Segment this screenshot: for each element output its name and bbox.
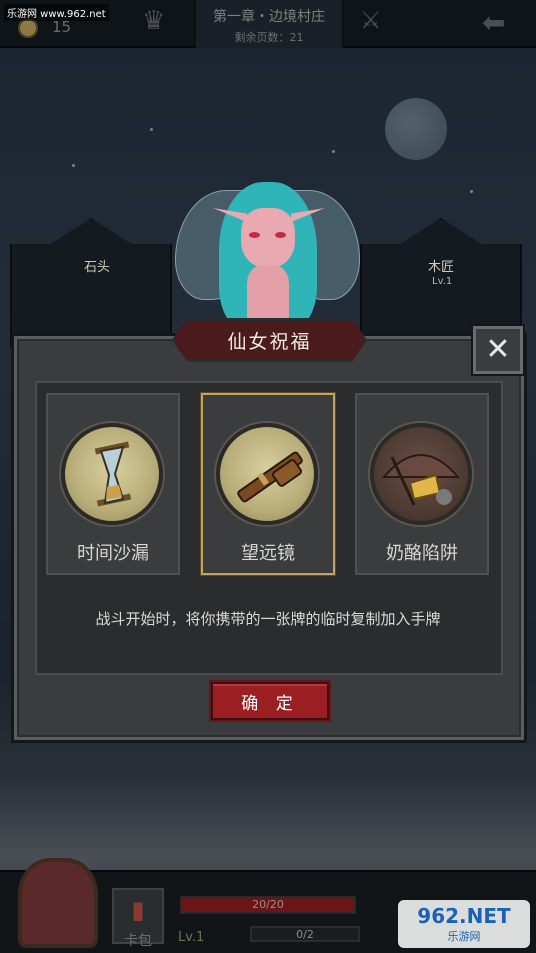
stone-building-label: 石头 (84, 260, 111, 275)
fairy-body (247, 266, 289, 326)
blessing-description: 战斗开始时，将你携带的一张牌的临时复制加入手牌 (95, 610, 441, 628)
crown-icon[interactable]: ♛ (142, 6, 165, 36)
sword-icon[interactable]: ⚔ (360, 6, 382, 34)
telescope-icon (216, 423, 318, 525)
fairy-eye (249, 232, 260, 238)
star (470, 190, 473, 193)
cheese-trap-graphic (381, 454, 461, 506)
carpenter-level: Lv.1 (432, 276, 453, 287)
carpenter-building-label: 木匠 (428, 260, 455, 275)
card-label: 奶酪陷阱 (386, 543, 458, 564)
watermark-bottom: 962.NET 乐游网 (398, 900, 530, 948)
star (150, 128, 153, 131)
xp-bar: 0/2 (250, 926, 360, 942)
fairy-character (175, 178, 360, 338)
card-label: 时间沙漏 (77, 543, 149, 564)
star (332, 150, 335, 153)
xp-text: 0/2 (296, 928, 314, 941)
dialog-title-plate: 仙女祝福 (172, 318, 367, 362)
hp-bar: 20/20 (180, 896, 356, 914)
hero-portrait[interactable] (18, 858, 98, 948)
fairy-eye (275, 232, 286, 238)
coin-icon (18, 18, 38, 38)
watermark-logo-text: 962.NET (417, 904, 511, 928)
telescope-graphic (237, 451, 303, 503)
back-arrow-icon[interactable]: ⬅ (482, 6, 505, 39)
close-icon: ✕ (485, 332, 511, 367)
chapter-title: 第一章・边境村庄 (213, 9, 325, 25)
chapter-info: 第一章・边境村庄 剩余页数：21 (194, 0, 344, 48)
star (72, 164, 75, 167)
confirm-label: 确 定 (241, 693, 299, 714)
watermark-site-name: 乐游网 (447, 930, 481, 943)
card-label: 望远镜 (241, 543, 295, 564)
moon (385, 98, 447, 160)
blessing-card-cheese-trap[interactable]: 奶酪陷阱 (355, 393, 489, 575)
confirm-button[interactable]: 确 定 (211, 682, 329, 720)
dialog-title: 仙女祝福 (227, 330, 312, 353)
hourglass-graphic (94, 441, 132, 507)
fairy-face (241, 208, 295, 268)
level-label: Lv.1 (178, 930, 205, 945)
close-button[interactable]: ✕ (473, 326, 523, 374)
card-deck-icon: ▮ (131, 896, 145, 924)
deck-label: 卡包 (124, 933, 152, 949)
hourglass-icon (61, 423, 163, 525)
watermark-top: 乐游网 www.962.net (4, 4, 109, 21)
blessing-card-telescope[interactable]: 望远镜 (201, 393, 335, 575)
cheese-trap-icon (370, 423, 472, 525)
hp-text: 20/20 (252, 898, 284, 911)
stone-building[interactable] (10, 218, 172, 348)
pages-left: 剩余页数：21 (234, 31, 304, 44)
blessing-card-hourglass[interactable]: 时间沙漏 (46, 393, 180, 575)
